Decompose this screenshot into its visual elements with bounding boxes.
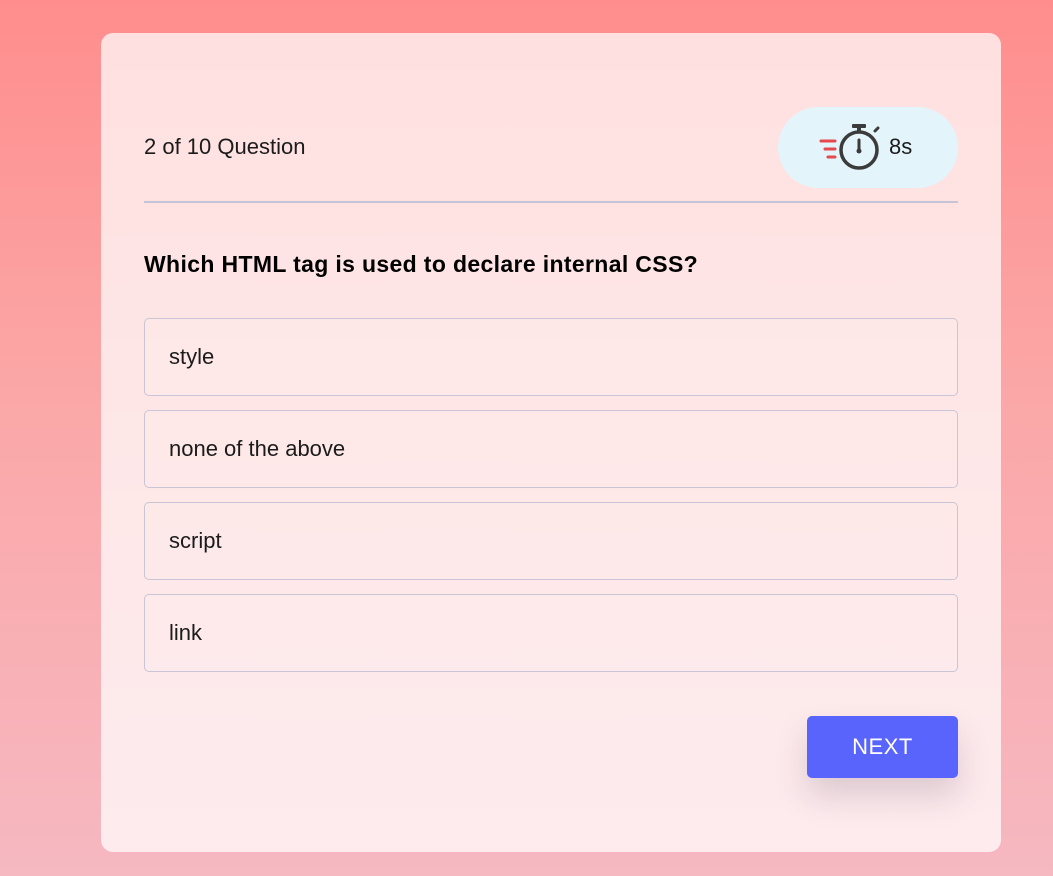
answer-options: style none of the above script link: [144, 318, 958, 686]
timer-badge: 8s: [778, 107, 958, 188]
next-button[interactable]: NEXT: [807, 716, 958, 778]
answer-option-style[interactable]: style: [144, 318, 958, 396]
stopwatch-icon: [819, 123, 883, 173]
question-text: Which HTML tag is used to declare intern…: [144, 251, 699, 277]
answer-option-link[interactable]: link: [144, 594, 958, 672]
quiz-card: 2 of 10 Question 8s Which HTML tag is us…: [101, 33, 1001, 852]
quiz-header: 2 of 10 Question 8s: [144, 107, 958, 188]
answer-option-script[interactable]: script: [144, 502, 958, 580]
answer-option-none-of-the-above[interactable]: none of the above: [144, 410, 958, 488]
header-divider: [144, 201, 958, 203]
question-counter: 2 of 10 Question: [144, 134, 306, 159]
timer-value: 8s: [889, 134, 913, 159]
